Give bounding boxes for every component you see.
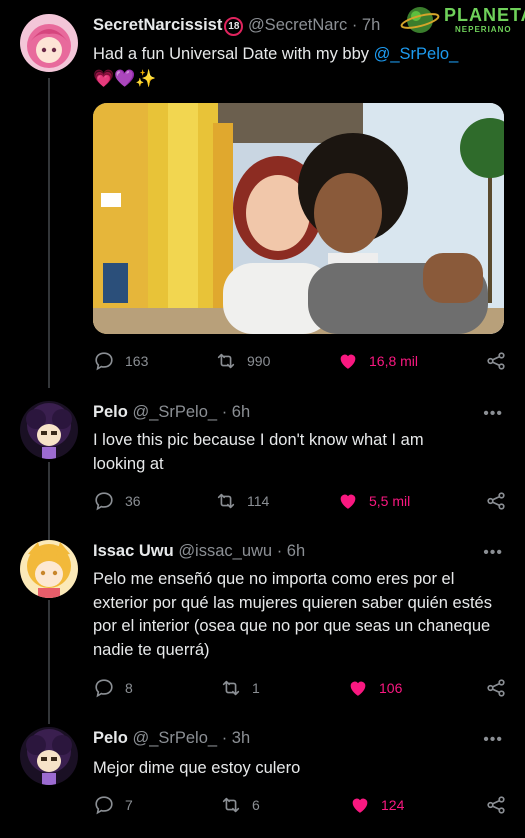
like-count: 106 bbox=[379, 680, 403, 696]
like-button[interactable]: 106 bbox=[347, 677, 402, 699]
tweet-text: I love this pic because I don't know wha… bbox=[93, 431, 424, 473]
reply-icon bbox=[95, 492, 113, 511]
reply-button[interactable]: 36 bbox=[93, 490, 141, 512]
like-button[interactable]: 124 bbox=[349, 794, 404, 816]
reply-icon bbox=[95, 679, 113, 698]
tweet-text: Mejor dime que estoy culero bbox=[93, 759, 301, 777]
timestamp[interactable]: · 6h bbox=[277, 542, 305, 560]
share-icon bbox=[487, 352, 505, 370]
share-icon bbox=[487, 796, 505, 814]
tweet-main[interactable]: SecretNarcissist 18 @SecretNarc · 7h Had … bbox=[0, 0, 525, 390]
share-button[interactable] bbox=[485, 350, 507, 372]
like-button[interactable]: 16,8 mil bbox=[337, 350, 418, 372]
retweet-icon bbox=[217, 353, 235, 369]
share-icon bbox=[487, 492, 505, 510]
tweet-actions: 7 6 124 bbox=[93, 794, 507, 818]
avatar[interactable] bbox=[20, 727, 78, 785]
retweet-button[interactable]: 6 bbox=[220, 794, 260, 816]
handle[interactable]: @SecretNarc bbox=[248, 16, 347, 34]
age-badge: 18 bbox=[224, 17, 244, 36]
tweet-text: Pelo me enseñó que no importa como eres … bbox=[93, 570, 492, 659]
more-options-icon[interactable]: ••• bbox=[483, 731, 503, 749]
emoji-line: 💗💜✨ bbox=[93, 68, 157, 88]
retweet-count: 114 bbox=[247, 493, 270, 509]
share-button[interactable] bbox=[485, 794, 507, 816]
retweet-icon bbox=[222, 797, 240, 813]
more-options-icon[interactable]: ••• bbox=[483, 544, 503, 562]
reply-count: 163 bbox=[125, 353, 149, 369]
retweet-count: 6 bbox=[252, 797, 260, 813]
avatar[interactable] bbox=[20, 540, 78, 598]
like-button[interactable]: 5,5 mil bbox=[337, 490, 410, 512]
heart-icon bbox=[340, 354, 356, 369]
share-button[interactable] bbox=[485, 490, 507, 512]
display-name[interactable]: Pelo bbox=[93, 403, 128, 421]
tweet-actions: 163 990 16,8 mil bbox=[93, 350, 507, 374]
tweet-reply[interactable]: Pelo @_SrPelo_ · 3h ••• Mejor dime que e… bbox=[0, 714, 525, 838]
reply-count: 7 bbox=[125, 797, 133, 813]
share-icon bbox=[487, 679, 505, 697]
timestamp[interactable]: · 6h bbox=[222, 403, 250, 421]
heart-icon bbox=[350, 681, 366, 696]
retweet-count: 990 bbox=[247, 353, 271, 369]
retweet-icon bbox=[222, 680, 240, 696]
more-options-icon[interactable]: ••• bbox=[483, 405, 503, 423]
reply-icon bbox=[95, 796, 113, 815]
retweet-count: 1 bbox=[252, 680, 260, 696]
tweet-photo[interactable] bbox=[93, 103, 504, 334]
timestamp[interactable]: · 7h bbox=[352, 16, 380, 34]
tweet-actions: 36 114 5,5 mil bbox=[93, 490, 507, 514]
like-count: 16,8 mil bbox=[369, 353, 419, 369]
reply-count: 36 bbox=[125, 493, 141, 509]
heart-icon bbox=[340, 494, 356, 509]
reply-button[interactable]: 163 bbox=[93, 350, 148, 372]
display-name[interactable]: SecretNarcissist bbox=[93, 16, 222, 34]
handle[interactable]: @_SrPelo_ bbox=[132, 729, 217, 747]
timestamp[interactable]: · 3h bbox=[222, 729, 250, 747]
tweet-reply[interactable]: Pelo @_SrPelo_ · 6h ••• I love this pic … bbox=[0, 388, 525, 528]
reply-icon bbox=[95, 352, 113, 371]
like-count: 5,5 mil bbox=[369, 493, 411, 509]
retweet-icon bbox=[217, 493, 235, 509]
display-name[interactable]: Issac Uwu bbox=[93, 542, 174, 560]
heart-icon bbox=[352, 798, 368, 813]
share-button[interactable] bbox=[485, 677, 507, 699]
avatar[interactable] bbox=[20, 401, 78, 459]
like-count: 124 bbox=[381, 797, 405, 813]
retweet-button[interactable]: 1 bbox=[220, 677, 260, 699]
reply-button[interactable]: 8 bbox=[93, 677, 133, 699]
handle[interactable]: @issac_uwu bbox=[178, 542, 272, 560]
avatar[interactable] bbox=[20, 14, 78, 72]
tweet-text-body: Had a fun Universal Date with my bby bbox=[93, 45, 374, 63]
handle[interactable]: @_SrPelo_ bbox=[132, 403, 217, 421]
tweet-reply[interactable]: Issac Uwu @issac_uwu · 6h ••• Pelo me en… bbox=[0, 527, 525, 727]
reply-button[interactable]: 7 bbox=[93, 794, 133, 816]
display-name[interactable]: Pelo bbox=[93, 729, 128, 747]
tweet-actions: 8 1 106 bbox=[93, 677, 507, 701]
retweet-button[interactable]: 114 bbox=[215, 490, 269, 512]
retweet-button[interactable]: 990 bbox=[215, 350, 270, 372]
tweet-text: Had a fun Universal Date with my bby @_S… bbox=[93, 43, 503, 91]
reply-count: 8 bbox=[125, 680, 133, 696]
mention-link[interactable]: @_SrPelo_ bbox=[374, 45, 459, 63]
